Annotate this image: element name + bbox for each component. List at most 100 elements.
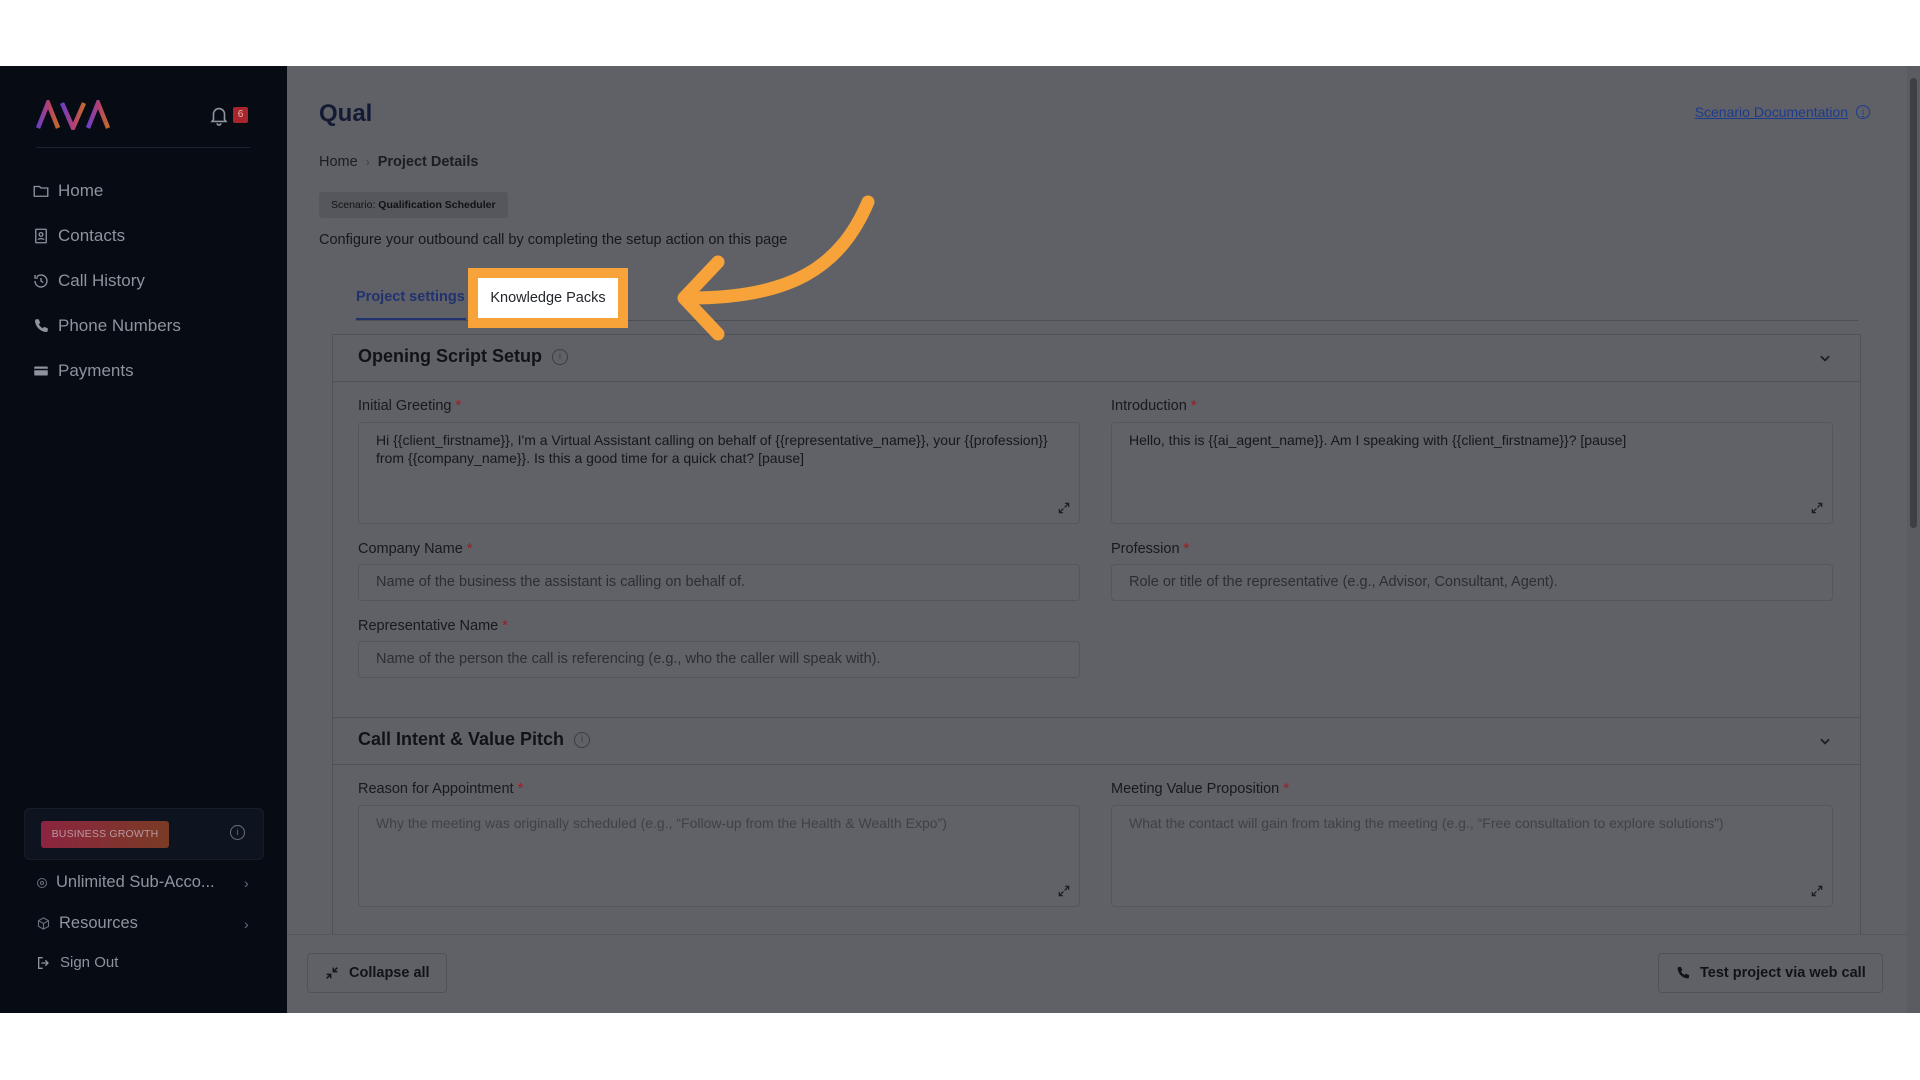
chevron-down-icon[interactable]: [1818, 734, 1832, 748]
sign-out-icon: [38, 956, 49, 969]
sidebar-item-label: Contacts: [58, 226, 126, 245]
page-scrollbar[interactable]: [1907, 66, 1920, 1013]
cube-icon: [37, 917, 50, 930]
section-header[interactable]: Opening Script Setup i: [333, 335, 1860, 382]
sub-account-label: Unlimited Sub-Acco...: [56, 873, 215, 891]
sidebar-item-phone-numbers[interactable]: Phone Numbers: [32, 313, 181, 339]
plan-card: BUSINESS GROWTH i: [24, 808, 264, 860]
ava-logo-mark: [35, 96, 111, 134]
sidebar-item-label: Call History: [58, 271, 145, 290]
representative-name-label: Representative Name *: [358, 618, 508, 634]
breadcrumb-current: Project Details: [377, 154, 479, 170]
section-title: Call Intent & Value Pitch i: [358, 729, 591, 750]
initial-greeting-textarea[interactable]: Hi {{client_firstname}}, I'm a Virtual A…: [358, 422, 1080, 524]
bottom-action-bar: Collapse all Test project via web call: [287, 934, 1920, 1013]
required-marker: *: [1190, 398, 1197, 414]
label-text: Initial Greeting: [358, 398, 452, 414]
introduction-label: Introduction *: [1111, 398, 1196, 414]
info-icon[interactable]: i: [574, 731, 591, 748]
sidebar-item-call-history[interactable]: Call History: [32, 268, 145, 294]
sidebar-item-label: Phone Numbers: [58, 316, 181, 335]
label-text: Representative Name: [358, 618, 499, 634]
reason-textarea[interactable]: Why the meeting was originally scheduled…: [358, 805, 1080, 907]
sidebar-item-home[interactable]: Home: [32, 178, 103, 204]
section-title-text: Opening Script Setup: [358, 346, 543, 366]
card-icon: [34, 366, 48, 376]
section-header[interactable]: Call Intent & Value Pitch i: [333, 718, 1860, 765]
expand-icon[interactable]: [1810, 884, 1824, 898]
collapse-icon: [326, 967, 338, 979]
value-placeholder: What the contact will gain from taking t…: [1129, 815, 1724, 831]
plan-badge[interactable]: BUSINESS GROWTH: [41, 821, 169, 848]
initial-greeting-value: Hi {{client_firstname}}, I'm a Virtual A…: [376, 432, 1048, 466]
ava-logo[interactable]: [35, 96, 111, 135]
active-tab-indicator: [356, 318, 466, 320]
value-proposition-label: Meeting Value Proposition *: [1111, 781, 1289, 797]
sidebar-item-label: Payments: [58, 361, 134, 380]
collapse-all-label: Collapse all: [349, 965, 430, 981]
info-icon[interactable]: i: [552, 348, 569, 365]
configure-instructions: Configure your outbound call by completi…: [319, 232, 788, 248]
chevron-right-icon: ›: [365, 155, 370, 169]
scenario-chip: Scenario: Qualification Scheduler: [319, 192, 508, 218]
expand-icon[interactable]: [1057, 501, 1071, 515]
history-icon: [34, 274, 48, 288]
sign-out-label: Sign Out: [60, 954, 119, 971]
sidebar: 6 Home Contacts Call History Phone Numbe…: [0, 66, 287, 1013]
scrollbar-thumb[interactable]: [1910, 78, 1917, 528]
profession-input[interactable]: Role or title of the representative (e.g…: [1111, 564, 1833, 601]
company-name-input[interactable]: Name of the business the assistant is ca…: [358, 564, 1080, 601]
label-text: Company Name: [358, 541, 463, 557]
sidebar-item-label: Home: [58, 181, 104, 200]
label-text: Meeting Value Proposition: [1111, 781, 1280, 797]
tab-knowledge-packs[interactable]: Knowledge Packs: [478, 278, 618, 318]
expand-icon[interactable]: [1057, 884, 1071, 898]
representative-name-input[interactable]: Name of the person the call is referenci…: [358, 641, 1080, 678]
sidebar-item-contacts[interactable]: Contacts: [32, 223, 125, 249]
resources-label: Resources: [59, 914, 138, 932]
collapse-all-button[interactable]: Collapse all: [307, 953, 447, 993]
value-proposition-textarea[interactable]: What the contact will gain from taking t…: [1111, 805, 1833, 907]
reason-placeholder: Why the meeting was originally scheduled…: [376, 815, 947, 831]
scenario-documentation-link[interactable]: Scenario Documentation i: [1695, 104, 1870, 120]
introduction-textarea[interactable]: Hello, this is {{ai_agent_name}}. Am I s…: [1111, 422, 1833, 524]
required-marker: *: [455, 398, 462, 414]
sidebar-item-payments[interactable]: Payments: [32, 358, 134, 384]
expand-icon[interactable]: [1810, 501, 1824, 515]
required-marker: *: [517, 781, 524, 797]
section-title: Opening Script Setup i: [358, 346, 569, 367]
sidebar-divider: [36, 147, 250, 148]
resources-link[interactable]: Resources: [36, 914, 138, 933]
profession-label: Profession *: [1111, 541, 1189, 557]
phone-icon: [1677, 967, 1689, 979]
sign-out-link[interactable]: Sign Out: [36, 954, 118, 971]
label-text: Reason for Appointment: [358, 781, 514, 797]
reason-label: Reason for Appointment *: [358, 781, 523, 797]
doc-link-label: Scenario Documentation: [1694, 104, 1848, 120]
test-web-call-button[interactable]: Test project via web call: [1658, 953, 1883, 993]
chevron-right-icon: ›: [244, 916, 249, 932]
chevron-down-icon[interactable]: [1818, 351, 1832, 365]
tab-project-settings[interactable]: Project settings: [356, 289, 465, 305]
breadcrumb-home[interactable]: Home: [319, 154, 358, 170]
label-text: Introduction: [1111, 398, 1187, 414]
sub-account-selector[interactable]: Unlimited Sub-Acco...: [36, 873, 215, 892]
notification-count-badge: 6: [233, 107, 248, 123]
phone-icon: [35, 319, 48, 332]
company-name-label: Company Name *: [358, 541, 472, 557]
section-title-text: Call Intent & Value Pitch: [358, 729, 565, 749]
contacts-icon: [35, 228, 47, 244]
required-marker: *: [502, 618, 508, 634]
scenario-name: Qualification Scheduler: [378, 199, 496, 211]
chevron-right-icon: ›: [244, 875, 249, 891]
initial-greeting-label: Initial Greeting *: [358, 398, 461, 414]
scenario-prefix: Scenario:: [331, 199, 376, 211]
introduction-value: Hello, this is {{ai_agent_name}}. Am I s…: [1129, 432, 1627, 448]
notification-bell-icon[interactable]: [208, 104, 232, 128]
opening-script-section: Opening Script Setup i Initial Greeting …: [332, 334, 1861, 770]
required-marker: *: [1183, 541, 1190, 557]
app-frame: 6 Home Contacts Call History Phone Numbe…: [0, 66, 1920, 1013]
folder-icon: [33, 185, 49, 197]
breadcrumb: Home › Project Details: [319, 154, 478, 170]
info-icon[interactable]: i: [230, 825, 245, 840]
